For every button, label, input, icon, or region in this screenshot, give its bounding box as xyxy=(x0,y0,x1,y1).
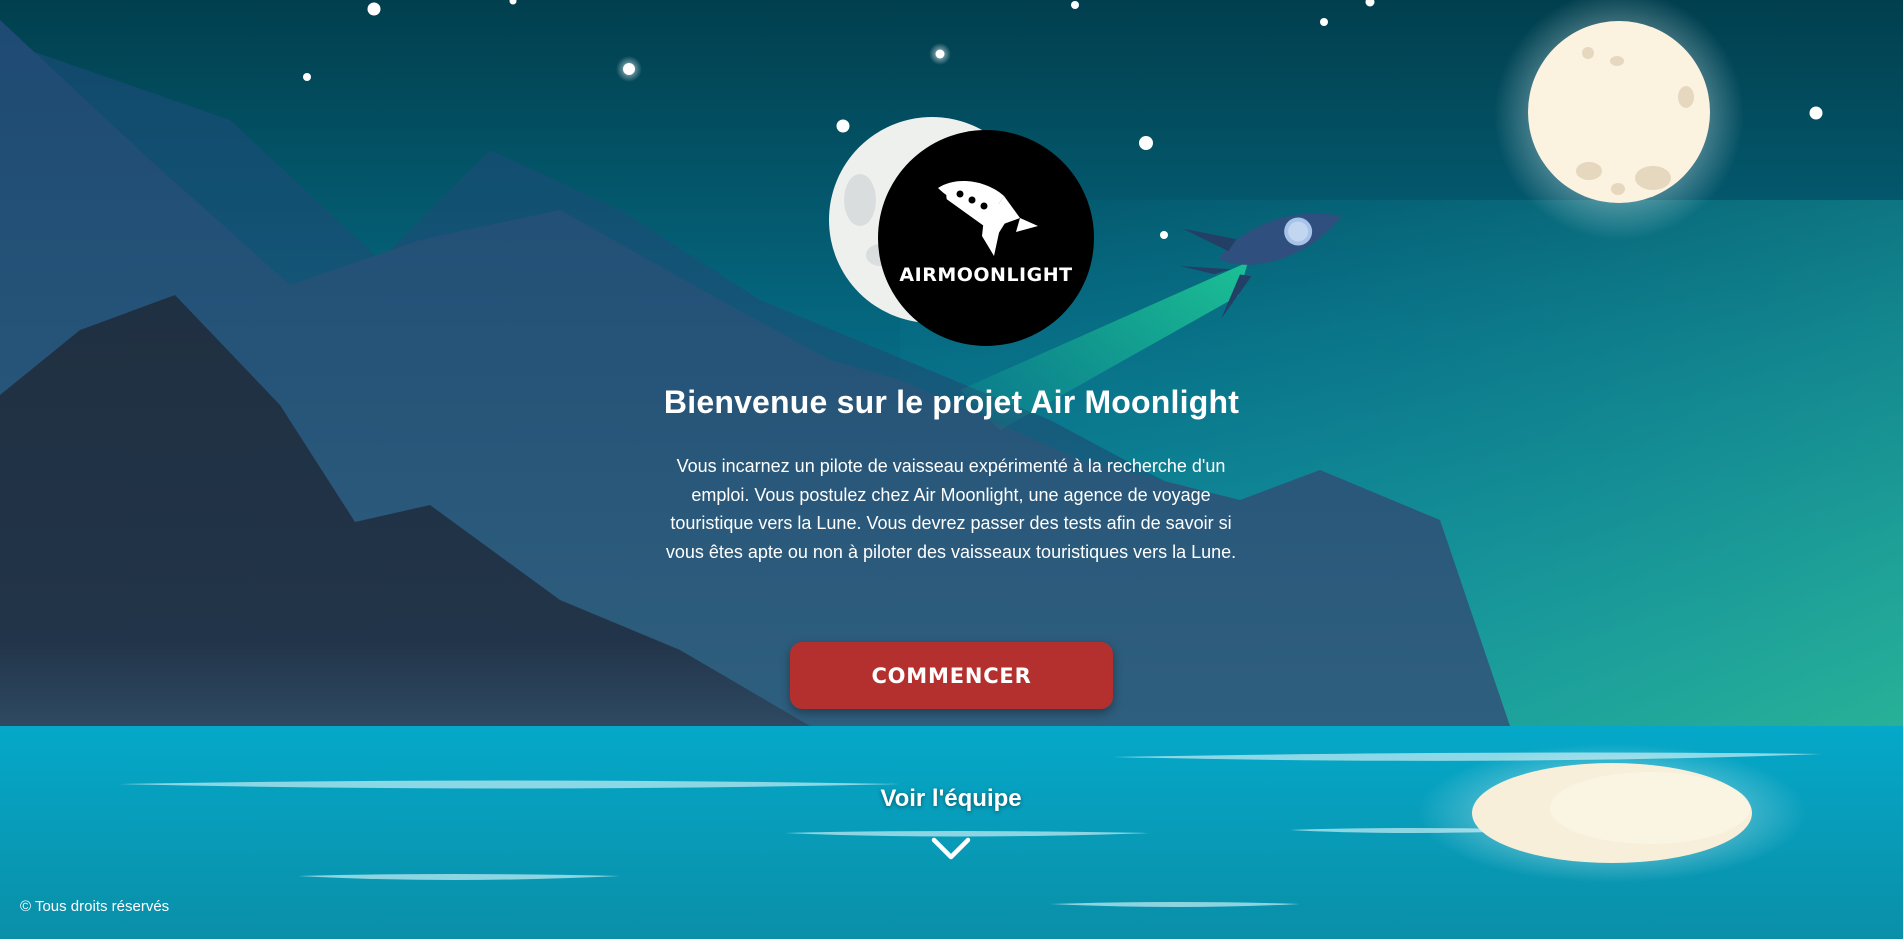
footer-copyright: © Tous droits réservés xyxy=(20,898,170,915)
logo-rocket-icon xyxy=(938,181,1038,256)
intro-text: Vous incarnez un pilote de vaisseau expé… xyxy=(665,456,1237,562)
start-button[interactable]: COMMENCER xyxy=(790,642,1113,709)
brand-logo: AIRMOONLIGHT xyxy=(878,130,1094,346)
page-title: Bienvenue sur le projet Air Moonlight xyxy=(663,384,1240,420)
hero-overlay: AIRMOONLIGHT Bienvenue sur le projet Air… xyxy=(0,0,1903,939)
see-team-link[interactable]: Voir l'équipe xyxy=(851,785,1051,813)
chevron-down-icon[interactable] xyxy=(930,836,972,862)
logo-text: AIRMOONLIGHT xyxy=(899,264,1073,286)
